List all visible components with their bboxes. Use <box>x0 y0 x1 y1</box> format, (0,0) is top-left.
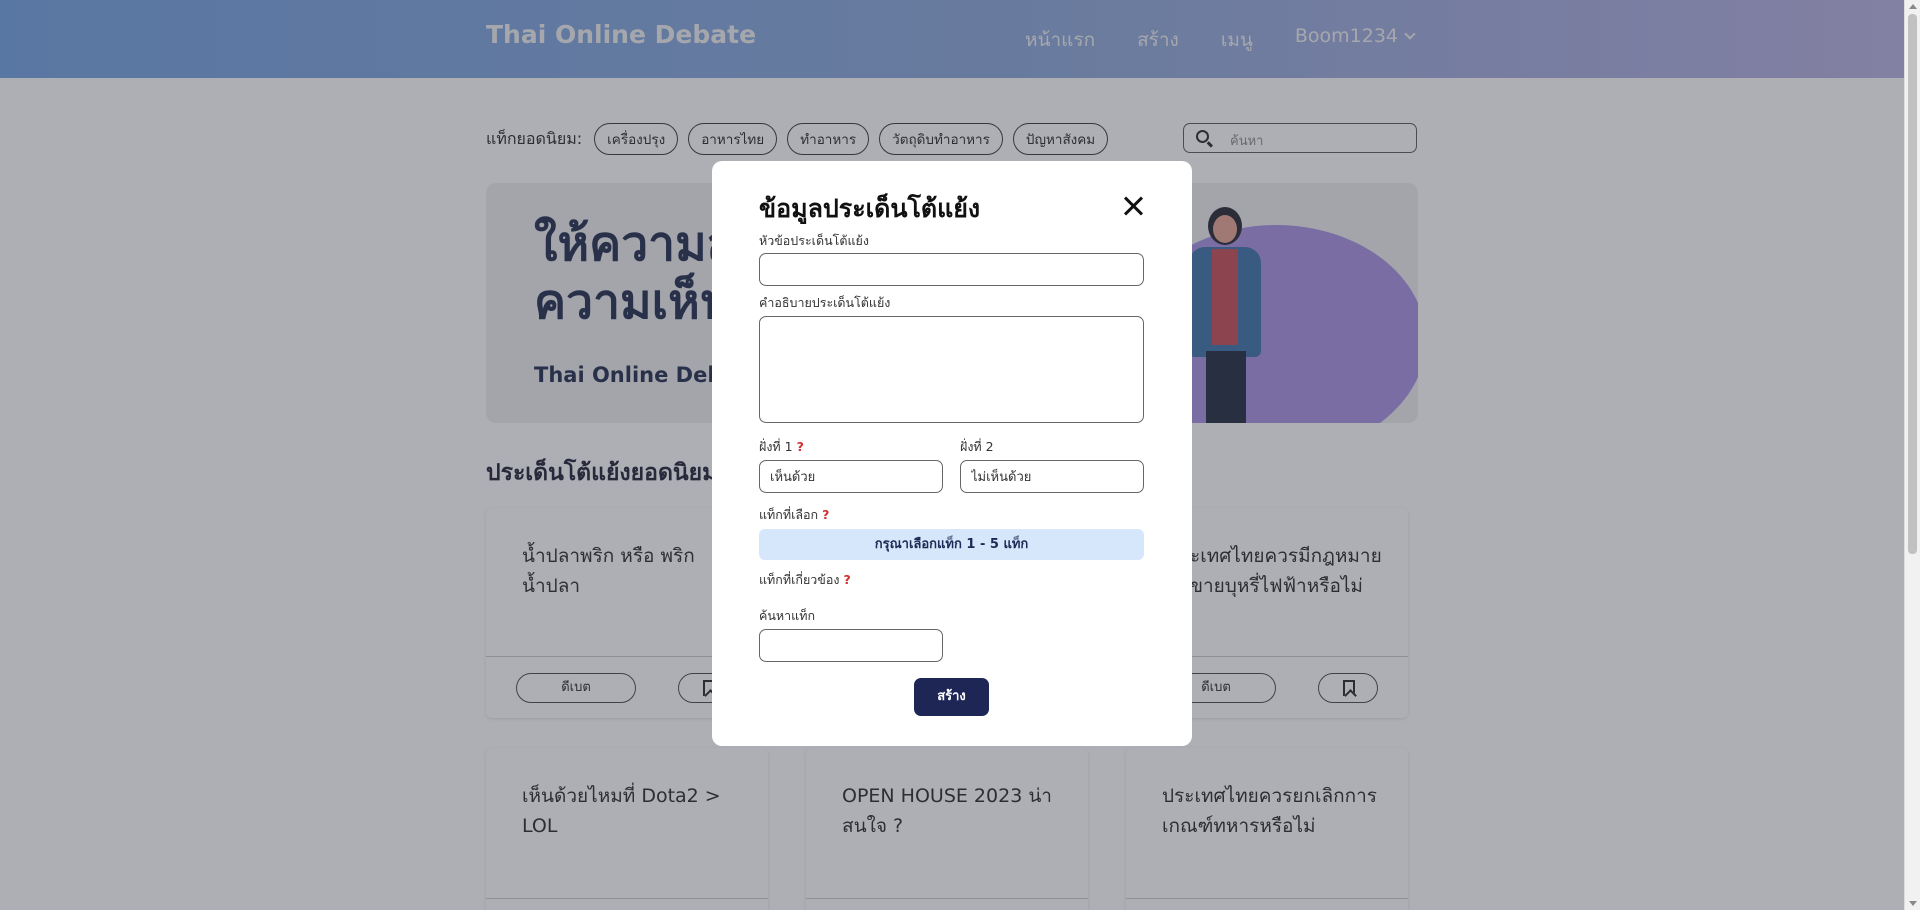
search-tag-label: ค้นหาแท็ก <box>759 608 816 623</box>
tag-hint-banner: กรุณาเลือกแท็ก 1 - 5 แท็ก <box>759 529 1144 560</box>
help-mark[interactable]: ? <box>843 572 850 587</box>
related-tags-label-text: แท็กที่เกี่ยวข้อง <box>759 572 840 587</box>
side1-label-text: ฝั่งที่ 1 <box>759 439 793 454</box>
description-textarea[interactable] <box>759 316 1144 423</box>
close-icon[interactable] <box>1122 195 1144 217</box>
help-mark[interactable]: ? <box>822 507 829 522</box>
topic-label: หัวข้อประเด็นโต้แย้ง <box>759 233 869 248</box>
side1-input[interactable] <box>759 460 943 493</box>
side2-label: ฝั่งที่ 2 <box>960 439 994 454</box>
scroll-up-icon[interactable] <box>1909 4 1917 9</box>
page-scrollbar[interactable] <box>1904 0 1920 910</box>
side1-label: ฝั่งที่ 1? <box>759 437 804 457</box>
selected-tags-label-text: แท็กที่เลือก <box>759 507 819 522</box>
scrollbar-thumb[interactable] <box>1908 14 1917 554</box>
description-label: คำอธิบายประเด็นโต้แย้ง <box>759 295 891 310</box>
help-mark[interactable]: ? <box>797 439 804 454</box>
search-tag-input[interactable] <box>759 629 943 662</box>
topic-input[interactable] <box>759 253 1144 286</box>
selected-tags-label: แท็กที่เลือก? <box>759 505 829 525</box>
scroll-down-icon[interactable] <box>1909 901 1917 906</box>
modal-title: ข้อมูลประเด็นโต้แย้ง <box>759 194 981 223</box>
related-tags-label: แท็กที่เกี่ยวข้อง? <box>759 570 851 590</box>
create-debate-modal: ข้อมูลประเด็นโต้แย้ง หัวข้อประเด็นโต้แย้… <box>712 161 1192 746</box>
create-button[interactable]: สร้าง <box>914 678 989 716</box>
side2-input[interactable] <box>960 460 1144 493</box>
